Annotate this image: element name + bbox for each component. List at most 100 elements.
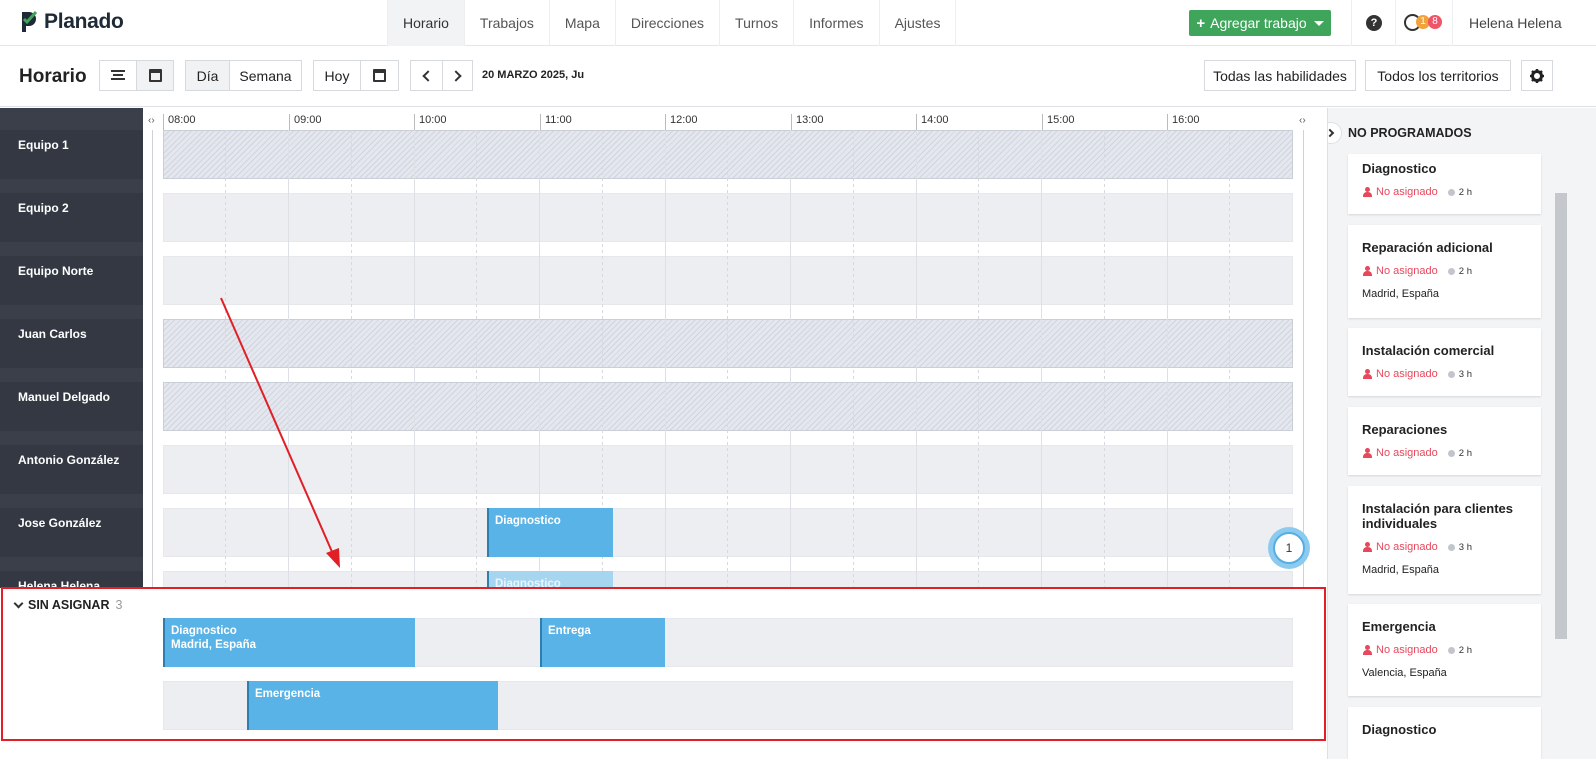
calendar-icon	[373, 69, 386, 82]
schedule-toolbar: Horario Día Semana Hoy 20 MARZO 2025, Ju…	[0, 47, 1596, 107]
tab-horario[interactable]: Horario	[387, 0, 464, 46]
assignee-status: No asignado	[1376, 265, 1438, 277]
tab-informes[interactable]: Informes	[793, 0, 878, 46]
tab-direcciones[interactable]: Direcciones	[614, 0, 719, 46]
clock-dot-icon	[1447, 449, 1455, 457]
team-row-label: Jose González	[0, 508, 143, 557]
card-title: Emergencia	[1362, 619, 1436, 634]
add-job-button[interactable]: + Agregar trabajo	[1189, 10, 1331, 36]
user-icon	[1362, 645, 1372, 655]
job-block[interactable]: Entrega	[540, 618, 665, 667]
unscheduled-job-card[interactable]: Diagnostico No asignado 2 h	[1348, 154, 1541, 214]
lane[interactable]	[163, 445, 1293, 494]
card-title: Reparación adicional	[1362, 240, 1493, 255]
lane[interactable]	[163, 256, 1293, 305]
duration: 3 h	[1458, 541, 1472, 553]
hour-tick: 11:00	[540, 114, 572, 130]
date-picker-button[interactable]	[360, 60, 399, 91]
top-navigation: Planado Horario Trabajos Mapa Direccione…	[0, 0, 1596, 46]
help-icon[interactable]: ?	[1366, 15, 1382, 31]
nav-divider	[1395, 0, 1396, 46]
collapse-right-icon[interactable]: ‹›	[1299, 115, 1306, 126]
tab-mapa[interactable]: Mapa	[548, 0, 615, 46]
duration: 2 h	[1458, 447, 1472, 459]
settings-button[interactable]	[1521, 60, 1553, 91]
overlap-count-badge[interactable]: 1	[1268, 527, 1310, 569]
previous-day-button[interactable]	[410, 60, 443, 91]
planado-logo[interactable]: Planado	[18, 10, 124, 34]
assignee-status: No asignado	[1376, 368, 1438, 380]
job-block[interactable]: Diagnostico	[487, 508, 613, 557]
unscheduled-job-card[interactable]: Reparación adicional No asignado 2 h Mad…	[1348, 225, 1541, 318]
collapse-panel-button[interactable]	[1328, 122, 1342, 144]
lane-unavailable[interactable]	[163, 319, 1293, 368]
hour-tick: 15:00	[1042, 114, 1075, 130]
assignee-status: No asignado	[1376, 541, 1438, 553]
collapse-left-icon[interactable]: ‹›	[148, 115, 155, 126]
tab-turnos[interactable]: Turnos	[719, 0, 793, 46]
next-day-button[interactable]	[442, 60, 473, 91]
chevron-right-icon	[450, 69, 462, 82]
card-meta: No asignado 3 h	[1362, 541, 1527, 553]
lane[interactable]	[163, 508, 1293, 557]
clock-dot-icon	[1447, 370, 1455, 378]
card-title: Instalación para clientes individuales	[1362, 501, 1514, 531]
list-icon	[111, 70, 125, 81]
day-view-button[interactable]: Día	[185, 60, 230, 91]
logo-text: Planado	[44, 10, 124, 33]
unassigned-section: SIN ASIGNAR 3 Diagnostico Madrid, España…	[1, 587, 1326, 741]
job-address: Madrid, España	[171, 639, 256, 651]
unscheduled-job-card[interactable]: Instalación para clientes individuales N…	[1348, 486, 1541, 594]
assignee-status: No asignado	[1376, 644, 1438, 656]
chevron-down-icon	[13, 598, 24, 609]
hour-tick: 13:00	[791, 114, 824, 130]
user-menu[interactable]: Helena Helena	[1469, 15, 1562, 31]
team-row-label: Helena Helena	[0, 571, 143, 593]
team-row-label: Antonio González	[0, 445, 143, 494]
user-icon	[1362, 266, 1372, 276]
card-address: Madrid, España	[1362, 564, 1440, 576]
hour-tick: 14:00	[916, 114, 949, 130]
unscheduled-job-card[interactable]: Emergencia No asignado 2 h Valencia, Esp…	[1348, 604, 1541, 696]
list-view-button[interactable]	[99, 60, 137, 91]
team-sidebar: Equipo 1 Equipo 2 Equipo Norte Juan Carl…	[0, 108, 143, 593]
clock-dot-icon	[1447, 543, 1455, 551]
job-title: Entrega	[548, 625, 591, 637]
card-meta: No asignado 2 h	[1362, 447, 1527, 459]
job-title: Emergencia	[255, 688, 321, 700]
territories-filter-button[interactable]: Todos los territorios	[1365, 60, 1511, 91]
lane[interactable]	[163, 571, 1293, 588]
calendar-view-button[interactable]	[136, 60, 174, 91]
notification-badge-red: 8	[1428, 15, 1442, 29]
page-title: Horario	[19, 66, 87, 87]
card-meta: No asignado 2 h	[1362, 265, 1527, 277]
lane[interactable]	[163, 193, 1293, 242]
today-button[interactable]: Hoy	[313, 60, 361, 91]
lane-unavailable[interactable]	[163, 130, 1293, 179]
unscheduled-job-card[interactable]: Instalación comercial No asignado 3 h	[1348, 328, 1541, 396]
user-icon	[1362, 448, 1372, 458]
team-row-label: Manuel Delgado	[0, 382, 143, 431]
plus-icon: +	[1196, 14, 1206, 32]
hour-tick: 12:00	[665, 114, 698, 130]
job-block[interactable]: Diagnostico Madrid, España	[163, 618, 415, 667]
week-view-button[interactable]: Semana	[229, 60, 302, 91]
nav-divider	[1452, 0, 1453, 46]
panel-scrollbar[interactable]	[1555, 193, 1567, 639]
unassigned-count: 3	[115, 598, 123, 612]
unassigned-header[interactable]: SIN ASIGNAR 3	[13, 598, 123, 612]
assignee-status: No asignado	[1376, 186, 1438, 198]
tab-trabajos[interactable]: Trabajos	[463, 0, 549, 46]
hour-tick: 16:00	[1167, 114, 1200, 130]
hour-tick: 08:00	[163, 114, 196, 130]
unscheduled-job-card[interactable]: Reparaciones No asignado 2 h	[1348, 407, 1541, 475]
job-block[interactable]: Diagnostico	[487, 571, 613, 590]
duration: 2 h	[1458, 265, 1472, 277]
card-title: Instalación comercial	[1362, 343, 1495, 358]
unscheduled-job-card[interactable]: Diagnostico	[1348, 707, 1541, 759]
lane-unavailable[interactable]	[163, 382, 1293, 431]
skills-filter-button[interactable]: Todas las habilidades	[1204, 60, 1356, 91]
notifications[interactable]: 1 8	[1404, 14, 1444, 32]
tab-ajustes[interactable]: Ajustes	[878, 0, 957, 46]
job-block[interactable]: Emergencia	[247, 681, 498, 730]
